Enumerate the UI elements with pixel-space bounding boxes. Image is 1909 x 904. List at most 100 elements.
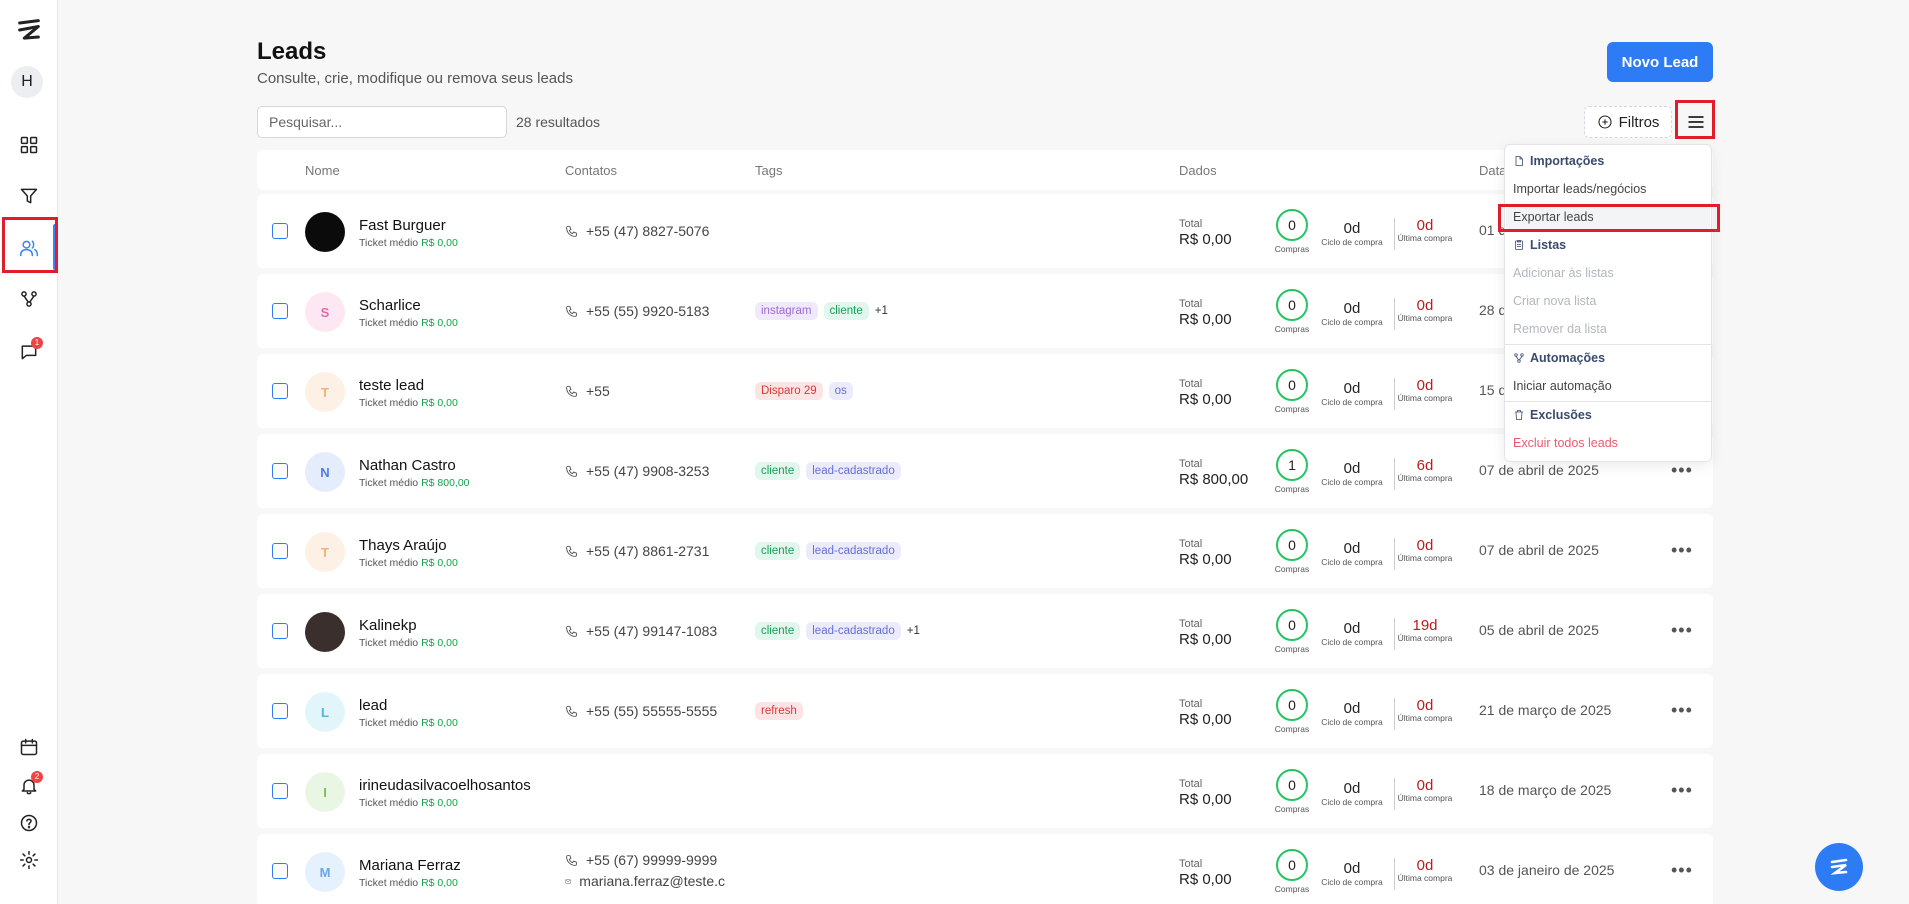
last-purchase-label: Última compra — [1397, 713, 1453, 723]
page-scrollbar[interactable] — [1899, 0, 1909, 904]
brand-logo[interactable] — [9, 10, 49, 50]
more-options-icon[interactable]: ••• — [1671, 780, 1693, 801]
more-options-icon[interactable]: ••• — [1671, 540, 1693, 561]
phone-contact[interactable]: +55 (55) 55555-5555 — [565, 703, 717, 719]
table-row[interactable]: Llead Ticket médio R$ 0,00 +55 (55) 55555-… — [257, 674, 1713, 748]
menu-item-delete-all[interactable]: Excluir todos leads — [1513, 436, 1618, 450]
phone-icon — [566, 705, 577, 717]
highlight-sidebar-leads — [2, 217, 58, 273]
phone-icon — [566, 305, 577, 317]
menu-item-import[interactable]: Importar leads/negócios — [1513, 182, 1646, 196]
table-header: Nome Contatos Tags Dados Data — [257, 150, 1713, 190]
row-checkbox[interactable] — [272, 623, 288, 639]
sidebar-item-notifications[interactable]: 2 — [9, 766, 49, 806]
tag-more[interactable]: +1 — [875, 305, 888, 317]
total-value: R$ 0,00 — [1179, 231, 1232, 248]
table-row[interactable]: T Thays Araújo Ticket médio R$ 0,00 +55 (47… — [257, 514, 1713, 588]
row-checkbox[interactable] — [272, 383, 288, 399]
filters-button[interactable]: Filtros — [1584, 106, 1672, 138]
last-purchase-value: 0d — [1416, 777, 1434, 794]
tag[interactable]: lead-cadastrado — [806, 462, 901, 480]
table-row[interactable]: M Mariana Ferraz Ticket médio R$ 0,00 +55 (… — [257, 834, 1713, 904]
tag-more[interactable]: +1 — [907, 625, 920, 637]
cycle-label: Ciclo de compra — [1321, 477, 1383, 487]
table-row[interactable]: S Scharlice Ticket médio R$ 0,00 +55 (55) 9… — [257, 274, 1713, 348]
menu-item-add-lists[interactable]: Adicionar às listas — [1513, 266, 1614, 280]
phone-contact[interactable]: +55 (55) 9920-5183 — [565, 303, 709, 319]
tag[interactable]: lead-cadastrado — [806, 542, 901, 560]
table-row[interactable]: Fast Burguer Ticket médio R$ 0,00 +55 (47)… — [257, 194, 1713, 268]
purchases-label: Compras — [1274, 804, 1310, 814]
more-options-icon[interactable]: ••• — [1671, 860, 1693, 881]
sidebar-item-dashboard[interactable] — [9, 125, 49, 165]
row-checkbox[interactable] — [272, 703, 288, 719]
brand-logo-icon — [18, 19, 40, 40]
tag[interactable]: cliente — [755, 462, 801, 480]
tag[interactable]: cliente — [755, 622, 801, 640]
automation-icon — [21, 291, 37, 307]
menu-item-create-list[interactable]: Criar nova lista — [1513, 294, 1596, 308]
highlight-menu-button — [1675, 100, 1715, 139]
row-checkbox[interactable] — [272, 863, 288, 879]
last-purchase-label: Última compra — [1397, 313, 1453, 323]
tag[interactable]: refresh — [755, 702, 803, 720]
table-row[interactable]: Iirineudasilvacoelhosantos Ticket médio R… — [257, 754, 1713, 828]
lead-name[interactable]: teste lead — [359, 377, 424, 394]
menu-item-start-automation[interactable]: Iniciar automação — [1513, 379, 1612, 393]
tag[interactable]: instagram — [755, 302, 818, 320]
more-options-icon[interactable]: ••• — [1671, 700, 1693, 721]
tag[interactable]: lead-cadastrado — [806, 622, 901, 640]
lead-name[interactable]: lead — [359, 697, 387, 714]
new-lead-button[interactable]: Novo Lead — [1607, 42, 1713, 82]
sidebar-item-funnel[interactable] — [9, 176, 49, 216]
lead-name[interactable]: Mariana Ferraz — [359, 857, 461, 874]
total-value: R$ 0,00 — [1179, 551, 1232, 568]
row-checkbox[interactable] — [272, 463, 288, 479]
email-contact[interactable]: mariana.ferraz@teste.c — [565, 873, 725, 889]
lead-name[interactable]: Thays Araújo — [359, 537, 447, 554]
menu-item-remove-list[interactable]: Remover da lista — [1513, 322, 1607, 336]
search-input[interactable] — [257, 106, 507, 138]
tag[interactable]: os — [828, 382, 853, 400]
lead-name[interactable]: Kalinekp — [359, 617, 417, 634]
sidebar-item-chat[interactable]: 1 — [9, 332, 49, 372]
sidebar-item-calendar[interactable] — [9, 727, 49, 767]
phone-contact[interactable]: +55 (47) 9908-3253 — [565, 463, 709, 479]
more-options-icon[interactable]: ••• — [1671, 460, 1693, 481]
sidebar-item-help[interactable] — [9, 803, 49, 843]
tag[interactable]: Disparo 29 — [755, 382, 823, 400]
user-avatar[interactable]: H — [11, 66, 43, 98]
row-checkbox[interactable] — [272, 543, 288, 559]
tags-cell: instagram cliente +1 — [755, 302, 888, 320]
sidebar-item-settings[interactable] — [9, 840, 49, 880]
filters-label: Filtros — [1618, 113, 1660, 131]
phone-contact[interactable]: +55 (47) 99147-1083 — [565, 623, 717, 639]
phone-contact[interactable]: +55 (47) 8827-5076 — [565, 223, 709, 239]
sidebar-item-automations[interactable] — [9, 279, 49, 319]
more-options-icon[interactable]: ••• — [1671, 620, 1693, 641]
help-icon — [20, 814, 38, 832]
row-checkbox[interactable] — [272, 303, 288, 319]
col-date: Data — [1479, 163, 1507, 178]
ticket-average: Ticket médio R$ 0,00 — [359, 797, 458, 809]
lead-name[interactable]: irineudasilvacoelhosantos — [359, 777, 531, 794]
row-checkbox[interactable] — [272, 783, 288, 799]
table-row[interactable]: N Nathan Castro Ticket médio R$ 800,00 +55 … — [257, 434, 1713, 508]
row-checkbox[interactable] — [272, 223, 288, 239]
tag[interactable]: cliente — [755, 542, 801, 560]
table-row[interactable]: Tteste lead Ticket médio R$ 0,00 +55 Dispar… — [257, 354, 1713, 428]
lead-name[interactable]: Nathan Castro — [359, 457, 456, 474]
table-row[interactable]: Kalinekp Ticket médio R$ 0,00 +55 (47) 991… — [257, 594, 1713, 668]
phone-contact[interactable]: +55 — [565, 383, 610, 399]
lead-name[interactable]: Scharlice — [359, 297, 421, 314]
avatar: T — [305, 372, 345, 412]
support-chat-button[interactable] — [1815, 843, 1863, 891]
lead-name[interactable]: Fast Burguer — [359, 217, 446, 234]
cycle-label: Ciclo de compra — [1321, 237, 1383, 247]
gear-icon — [19, 850, 39, 870]
total-value: R$ 800,00 — [1179, 471, 1249, 488]
phone-contact[interactable]: +55 (47) 8861-2731 — [565, 543, 709, 559]
created-date: 05 de abril de 2025 — [1479, 622, 1599, 638]
phone-contact[interactable]: +55 (67) 99999-9999 — [565, 852, 717, 868]
tag[interactable]: cliente — [823, 302, 869, 320]
